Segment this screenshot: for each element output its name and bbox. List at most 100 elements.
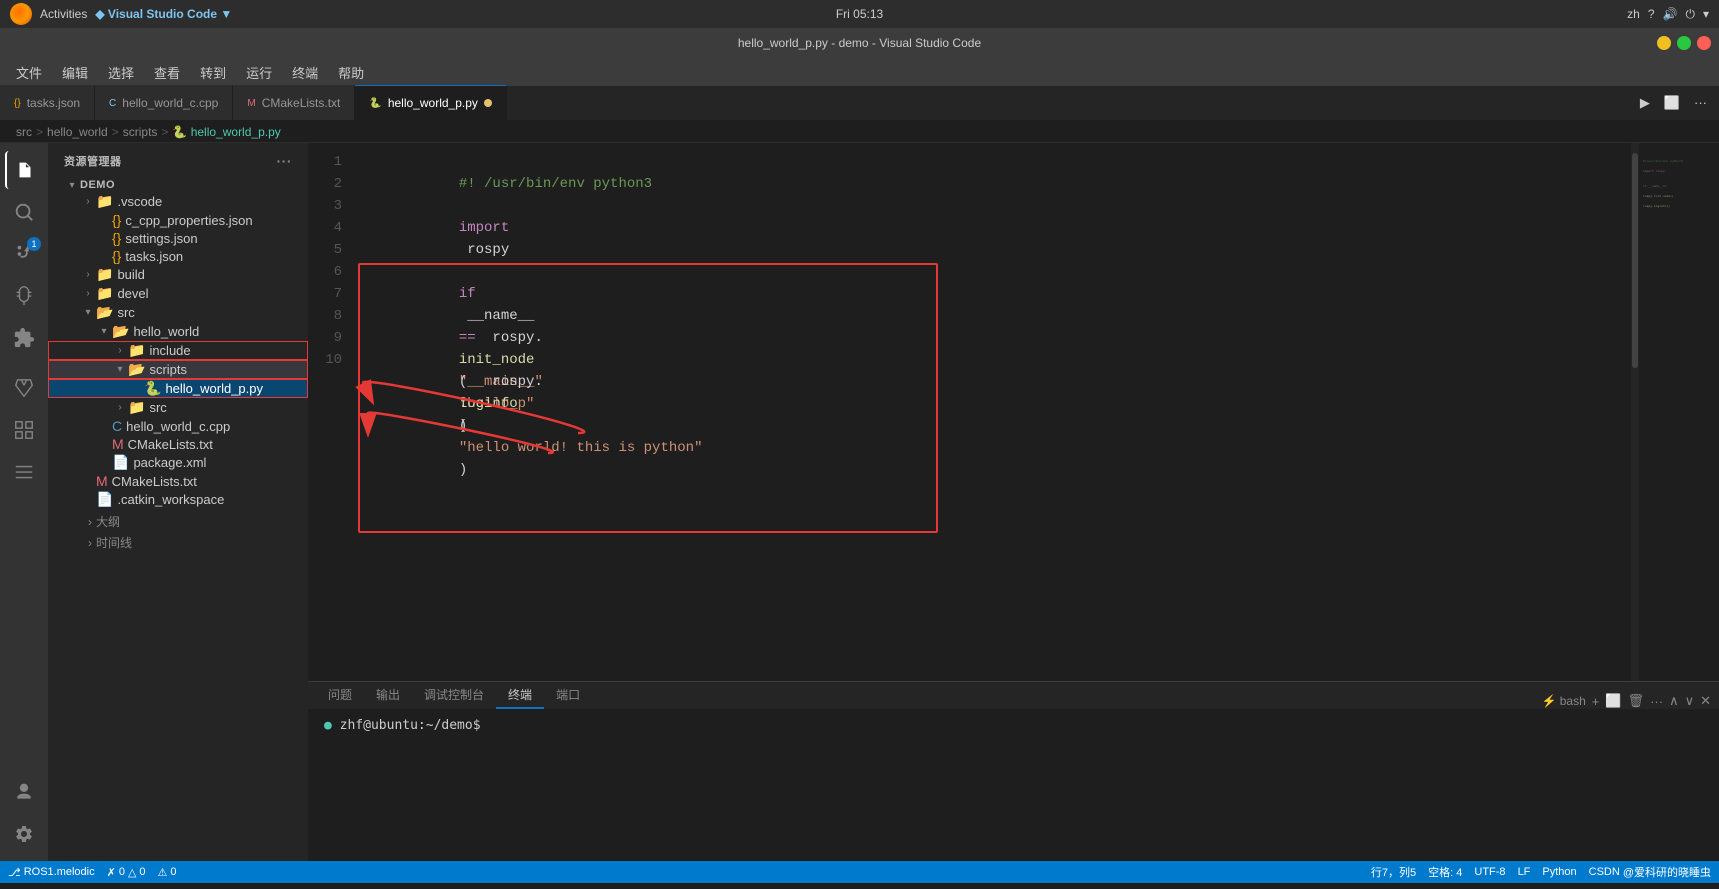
close-button[interactable]: [1697, 36, 1711, 50]
chevron-down-panel-icon[interactable]: ∨: [1685, 693, 1695, 709]
menu-help[interactable]: 帮助: [330, 61, 372, 84]
activity-debug[interactable]: [5, 277, 43, 315]
more-actions-icon[interactable]: ···: [1650, 694, 1663, 709]
close-panel-icon[interactable]: ✕: [1700, 693, 1711, 709]
code-token: "hello world! this is python": [459, 440, 703, 456]
power-icon: ⏻: [1685, 7, 1695, 22]
tree-item-cmakelists2[interactable]: M CMakeLists.txt: [48, 435, 308, 453]
tab-cmakelists[interactable]: M CMakeLists.txt: [233, 85, 355, 120]
tree-item-hello-world-c[interactable]: C hello_world_c.cpp: [48, 417, 308, 435]
status-eol[interactable]: LF: [1518, 866, 1531, 878]
maximize-button[interactable]: [1677, 36, 1691, 50]
vscode-menu-label[interactable]: ◆ Visual Studio Code ▼: [95, 7, 232, 21]
menu-goto[interactable]: 转到: [192, 61, 234, 84]
tab-hello-world-py[interactable]: 🐍 hello_world_p.py: [355, 85, 507, 120]
breadcrumb-src[interactable]: src: [16, 125, 32, 139]
menu-edit[interactable]: 编辑: [54, 61, 96, 84]
activities-label[interactable]: Activities: [40, 7, 87, 21]
tab-icon-tasks: {}: [14, 98, 21, 109]
panel-tab-ports[interactable]: 端口: [544, 682, 592, 709]
tree-timeline[interactable]: › 时间线: [48, 530, 308, 551]
tree-item-settings-json[interactable]: {} settings.json: [48, 229, 308, 247]
status-errors[interactable]: ✗ 0 △ 0: [107, 866, 146, 879]
panel-tab-debug-console[interactable]: 调试控制台: [412, 682, 496, 709]
run-icon[interactable]: ▶: [1636, 93, 1654, 113]
panel-tab-terminal[interactable]: 终端: [496, 682, 544, 709]
tree-item-catkin[interactable]: 📄 .catkin_workspace: [48, 490, 308, 509]
source-control-badge: 1: [27, 237, 41, 251]
activity-extensions[interactable]: [5, 319, 43, 357]
panel-tab-problems[interactable]: 问题: [316, 682, 364, 709]
activity-extra2[interactable]: [5, 453, 43, 491]
minimize-button[interactable]: [1657, 36, 1671, 50]
code-line-9: [358, 327, 1623, 349]
line-numbers: 1 2 3 4 5 6 7 8 9 10: [308, 151, 358, 673]
status-git-branch[interactable]: ⎇ ROS1.melodic: [8, 866, 95, 879]
breadcrumb-hello-world[interactable]: hello_world: [47, 125, 108, 139]
lang-indicator[interactable]: zh: [1627, 7, 1640, 21]
split-editor-icon[interactable]: ⬜: [1660, 93, 1684, 113]
tree-item-tasks-json[interactable]: {} tasks.json: [48, 247, 308, 265]
status-errors-label: 0: [119, 866, 125, 878]
status-info[interactable]: ⚠ 0: [158, 866, 177, 879]
tree-item-hello-world[interactable]: ▾ 📂 hello_world: [48, 322, 308, 341]
code-line-10: rospy. loginfo ( "hello world! this is p…: [358, 349, 1623, 371]
tab-tasks[interactable]: {} tasks.json: [0, 85, 95, 120]
tree-label-devel: devel: [117, 286, 308, 301]
editor-area: 1 2 3 4 5 6 7 8 9 10 #! /usr/bin/env pyt…: [308, 143, 1719, 681]
tree-item-include[interactable]: › 📁 include: [48, 341, 308, 360]
terminal-prompt-dot: ●: [324, 718, 332, 733]
tree-item-cmakelists-root[interactable]: M CMakeLists.txt: [48, 472, 308, 490]
system-icons[interactable]: ? 🔊 ⏻ ▾: [1648, 7, 1709, 22]
panel-tab-output[interactable]: 输出: [364, 682, 412, 709]
menu-run[interactable]: 运行: [238, 61, 280, 84]
editor-scrollbar-track[interactable]: [1631, 143, 1639, 681]
menu-select[interactable]: 选择: [100, 61, 142, 84]
activity-settings[interactable]: [5, 815, 43, 853]
code-editor[interactable]: #! /usr/bin/env python3 import rospy: [358, 151, 1639, 673]
new-terminal-icon[interactable]: +: [1592, 694, 1600, 709]
status-spaces[interactable]: 空格: 4: [1428, 864, 1462, 880]
status-language[interactable]: Python: [1542, 866, 1576, 878]
menu-view[interactable]: 查看: [146, 61, 188, 84]
split-terminal-icon[interactable]: ⬜: [1605, 693, 1621, 709]
menu-file[interactable]: 文件: [8, 61, 50, 84]
window-controls[interactable]: [1657, 36, 1711, 50]
file-py-icon: 🐍: [144, 380, 161, 397]
chevron-up-icon[interactable]: ∧: [1669, 693, 1679, 709]
bash-label: ⚡ bash: [1541, 694, 1585, 708]
activity-explorer[interactable]: [5, 151, 43, 189]
tree-item-build[interactable]: › 📁 build: [48, 265, 308, 284]
tree-item-src[interactable]: ▾ 📂 src: [48, 303, 308, 322]
tree-item-package-xml[interactable]: 📄 package.xml: [48, 453, 308, 472]
folder-hello-world-icon: 📂: [112, 323, 129, 340]
tree-item-demo[interactable]: ▾ DEMO: [48, 178, 308, 192]
breadcrumb-scripts[interactable]: scripts: [123, 125, 158, 139]
activity-account[interactable]: [5, 773, 43, 811]
status-feedback[interactable]: CSDN @爱科研的晓睡虫: [1589, 864, 1711, 880]
status-encoding[interactable]: UTF-8: [1474, 866, 1505, 878]
more-tabs-icon[interactable]: ···: [1690, 93, 1711, 112]
tree-item-devel[interactable]: › 📁 devel: [48, 284, 308, 303]
activity-search[interactable]: [5, 193, 43, 231]
sidebar-more-icon[interactable]: ···: [277, 153, 293, 169]
tree-item-hello-world-py[interactable]: 🐍 hello_world_p.py: [48, 379, 308, 398]
breadcrumb-file[interactable]: 🐍 hello_world_p.py: [172, 125, 280, 139]
expand-label: 大纲: [96, 513, 120, 530]
tree-item-c-cpp-properties[interactable]: {} c_cpp_properties.json: [48, 211, 308, 229]
status-row-col[interactable]: 行7，列5: [1371, 864, 1416, 880]
tree-item-vscode[interactable]: › 📁 .vscode: [48, 192, 308, 211]
menu-terminal[interactable]: 终端: [284, 61, 326, 84]
activity-extra1[interactable]: [5, 411, 43, 449]
minimap-content: #!/usr/bin/env python3 import rospy if _…: [1639, 151, 1719, 217]
panel-content[interactable]: ● zhf@ubuntu:~/demo$: [308, 710, 1719, 861]
tree-item-src2[interactable]: › 📁 src: [48, 398, 308, 417]
activity-test[interactable]: [5, 369, 43, 407]
git-icon: ⎇: [8, 866, 21, 879]
activity-source-control[interactable]: 1: [5, 235, 43, 273]
trash-icon[interactable]: 🗑: [1628, 693, 1645, 709]
tab-hello-world-c[interactable]: C hello_world_c.cpp: [95, 85, 233, 120]
editor-scrollbar-thumb[interactable]: [1632, 153, 1638, 368]
tree-item-scripts[interactable]: ▾ 📂 scripts: [48, 360, 308, 379]
tree-expand-arrow[interactable]: › 大纲: [48, 509, 308, 530]
